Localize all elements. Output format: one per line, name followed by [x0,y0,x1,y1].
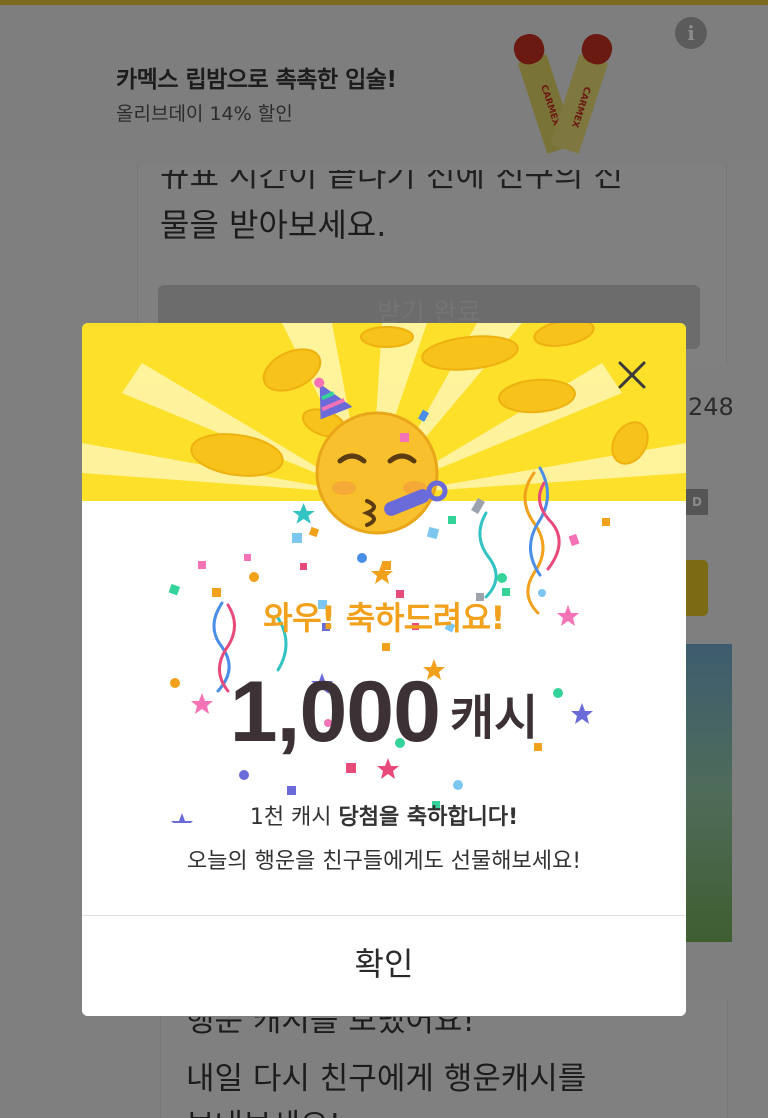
reward-amount: 1,000 [229,664,441,760]
ad-badge: D [686,489,708,515]
background-scene-image [686,644,732,942]
close-icon [618,361,646,389]
reward-amount-row: 1,000 캐시 [82,663,686,762]
info-icon[interactable]: i [675,17,707,49]
background-yellow-button [686,560,708,616]
congrats-message-bold: 당첨을 축하합니다! [338,805,519,830]
congrats-message: 1천 캐시 당첨을 축하합니다! [82,799,686,831]
bottom-text-line2: 내일 다시 친구에게 행운캐시를 [186,1061,587,1097]
share-message: 오늘의 행운을 친구들에게도 선물해보세요! [186,849,582,874]
card-text-line2: 물을 받아보세요. [160,206,387,244]
ad-title: 카멕스 립밤으로 촉촉한 입술! [116,67,397,93]
confirm-button[interactable]: 확인 [82,916,686,1016]
bottom-text-line3: 보내보세요! [186,1100,341,1118]
background-count: 248 [688,393,734,421]
close-button[interactable] [612,355,652,395]
reward-modal: 와우! 축하드려요! 1,000 캐시 1천 캐시 당첨을 축하합니다! 오늘의 … [82,323,686,1016]
congrats-headline: 와우! 축하드려요! [263,599,505,637]
reward-unit: 캐시 [449,689,539,746]
ad-subtitle: 올리브데이 14% 할인 [116,103,293,125]
ad-banner[interactable]: 카멕스 립밤으로 촉촉한 입술! 올리브데이 14% 할인 i CARMEX C… [0,5,768,165]
congrats-message-prefix: 1천 캐시 [249,805,339,830]
lip-balm-product-image: CARMEX CARMEX [513,33,613,154]
